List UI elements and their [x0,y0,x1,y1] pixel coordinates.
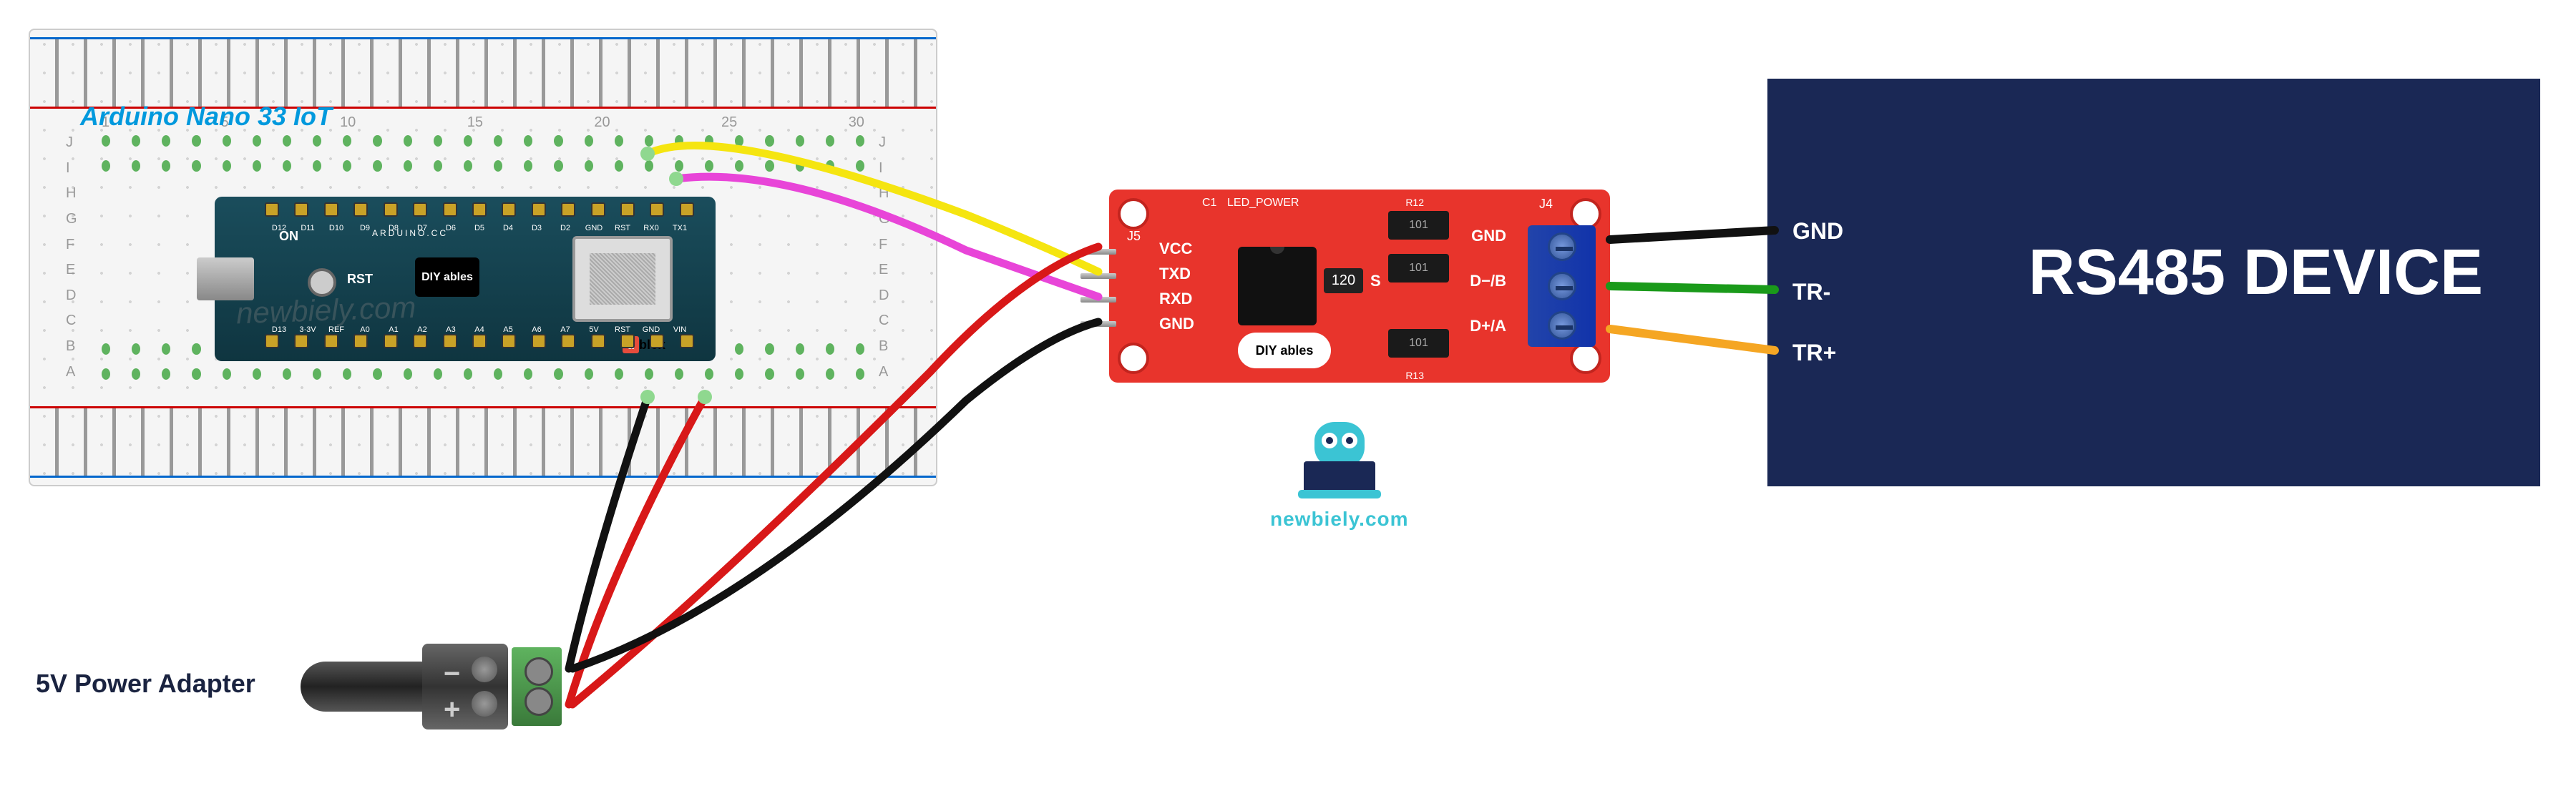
nano-pin-labels-top: D12D11 D10D9 D8D7 D6D5 D4D3 D2GND RSTRX0… [268,224,691,232]
diyables-logo-icon: DIY ables [415,257,479,297]
rs485-pin-txd: TXD [1159,265,1191,283]
rs485-terminal-gnd: GND [1471,227,1506,245]
screw-icon [1548,272,1576,300]
mounting-hole-icon [1570,343,1601,374]
rs485-led-power-label: LED_POWER [1227,197,1299,210]
dc-barrel-jack: − + [301,629,501,744]
diyables-logo-icon: DIY ables [1238,333,1331,368]
rs485-pin-vcc: VCC [1159,240,1192,258]
rs485-terminal-d-plus-a: D+/A [1470,317,1506,335]
smd-resistor-icon: 101 [1388,254,1449,282]
newbiely-logo: newbiely.com [1270,422,1409,531]
barrel-body-icon [422,644,508,729]
rs485-r12-label: R12 [1405,197,1424,208]
rs485-j5-label: J5 [1127,229,1141,244]
barrel-pos-label: + [444,694,460,726]
rs485-pin-gnd: GND [1159,315,1194,333]
breadboard-green-row [102,130,864,152]
smd-resistor-icon: 101 [1388,211,1449,240]
mounting-hole-icon [1118,198,1149,230]
breadboard-green-row [102,155,864,177]
rs485-device-title: RS485 DEVICE [2029,236,2483,310]
barrel-plug-icon [301,662,429,712]
nano-header-top [265,202,694,224]
wire-black-device-gnd [1610,230,1775,240]
rs485-ttl-header [1080,240,1123,336]
mounting-hole-icon [1118,343,1149,374]
arduino-board-label: Arduino Nano 33 IoT [80,102,332,132]
rs485-120ohm-label: 120 [1324,268,1363,293]
watermark-text: newbiely.com [235,290,416,331]
barrel-neg-label: − [444,658,460,690]
rs485-ttl-module: J5 C1 LED_POWER VCC TXD RXD GND 120 S 10… [1109,190,1610,383]
rs485-device-box: RS485 DEVICE GND TR- TR+ [1767,79,2540,486]
nina-module-icon [572,236,673,322]
rs485-device-pin-gnd: GND [1792,218,1843,245]
nano-header-bottom [265,334,694,355]
rs485-pin-rxd: RXD [1159,290,1192,308]
rs485-transceiver-ic-icon [1238,247,1317,325]
wire-orange-tr-plus [1610,329,1775,350]
breadboard-row-letters-left: J I H G F E D C B A [66,130,87,385]
screw-icon [1548,232,1576,261]
rs485-device-pin-tr-plus: TR+ [1792,340,1836,366]
rs485-s-label: S [1370,272,1381,290]
newbiely-site-label: newbiely.com [1270,508,1409,531]
nano-rst-label: RST [347,272,373,287]
rs485-terminal-d-minus-b: D−/B [1470,272,1506,290]
micro-usb-port [197,257,254,300]
screw-terminal-icon [512,647,562,726]
rs485-device-pin-tr-minus: TR- [1792,279,1830,305]
arduino-nano-33-iot: ON RST ARDUINO.CC DIY ables ublox D12D11… [215,197,716,361]
power-adapter-label: 5V Power Adapter [36,669,255,699]
smd-resistor-icon: 101 [1388,329,1449,358]
owl-icon [1297,422,1382,497]
rs485-j4-label: J4 [1539,197,1553,212]
rs485-c1-label: C1 [1202,197,1216,210]
screw-icon [1548,311,1576,340]
breadboard-row-letters-right: J I H G F E D C B A [879,130,900,385]
breadboard-green-row [102,363,864,385]
rs485-r13-label: R13 [1405,370,1424,381]
rs485-screw-terminal-block [1528,225,1596,347]
wire-green-tr-minus [1610,286,1775,290]
